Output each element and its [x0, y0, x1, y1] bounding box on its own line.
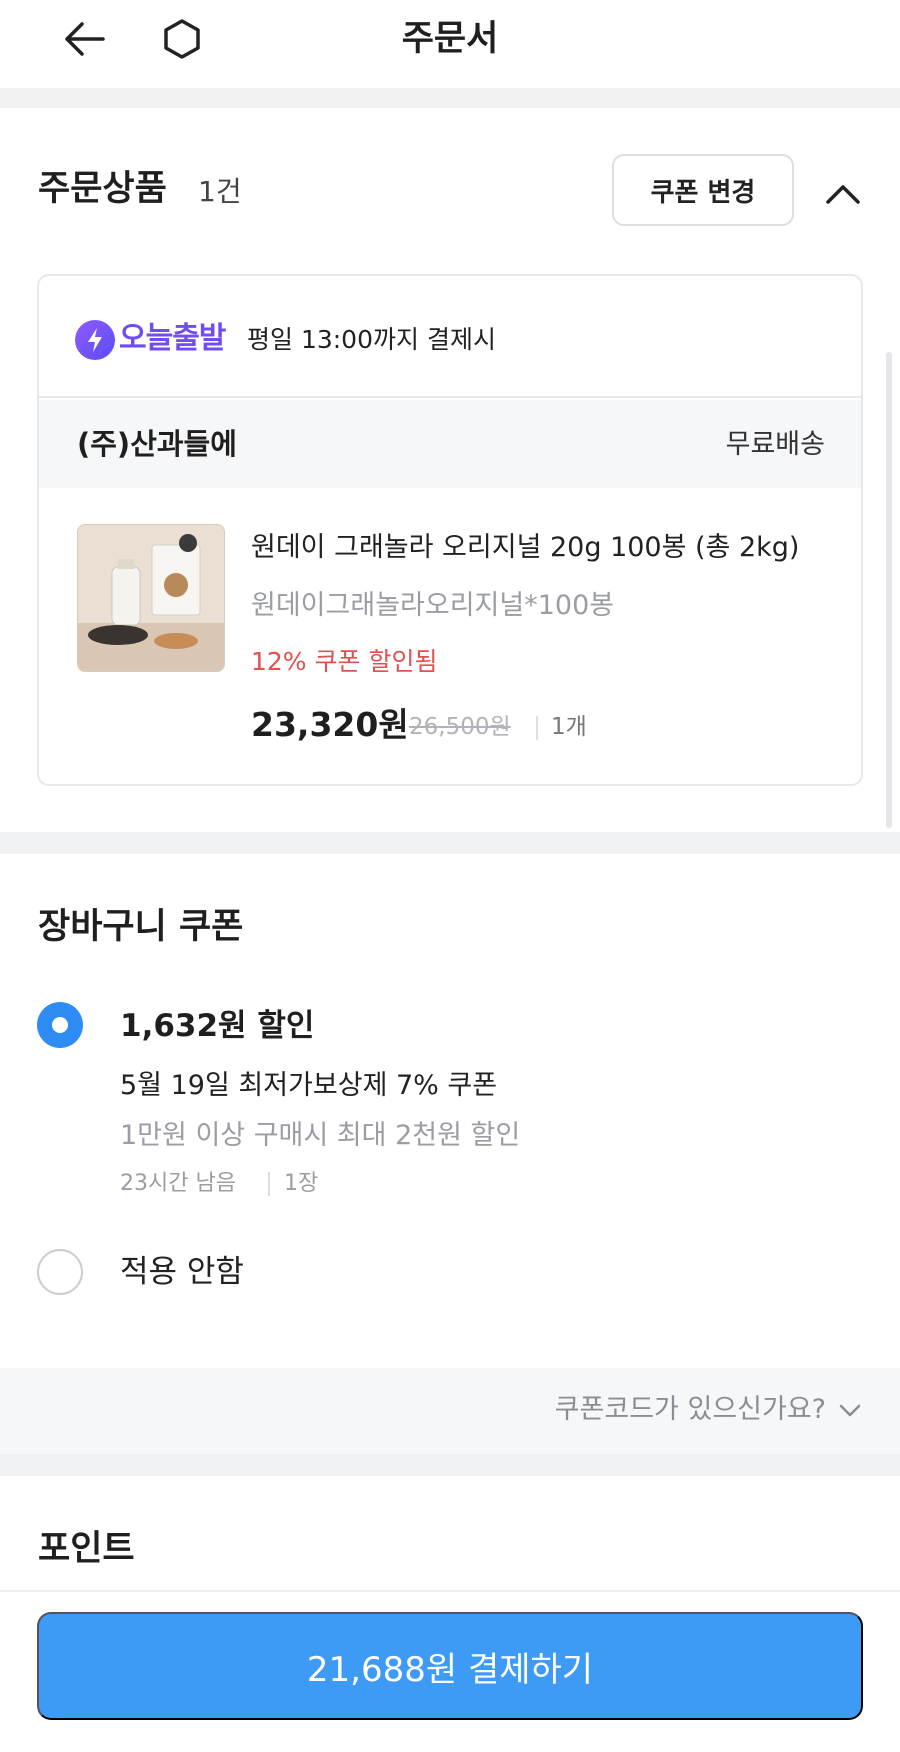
section-divider — [0, 832, 900, 854]
coupon-radio-selected[interactable] — [37, 1002, 83, 1048]
coupon-name: 5월 19일 최저가보상제 7% 쿠폰 — [120, 1070, 498, 1101]
product-price: 23,320원 — [251, 705, 409, 744]
shipping-info: 오늘출발 평일 13:00까지 결제시 — [39, 276, 861, 398]
coupon-radio-none[interactable] — [37, 1249, 83, 1295]
section-divider — [0, 88, 900, 108]
cart-coupon-title: 장바구니 쿠폰 — [38, 907, 244, 947]
lightning-icon — [75, 320, 115, 360]
pay-button[interactable]: 21,688원 결제하기 — [37, 1612, 863, 1720]
seller-row: (주)산과들에 무료배송 — [39, 400, 861, 488]
page-title: 주문서 — [401, 19, 499, 59]
top-bar: 주문서 — [0, 0, 900, 88]
coupon-code-toggle[interactable]: 쿠폰코드가 있으신가요? — [0, 1368, 900, 1454]
product-quantity: 1개 — [551, 714, 587, 740]
product-name: 원데이 그래놀라 오리지널 20g 100봉 (총 2kg) — [251, 532, 800, 563]
points-title: 포인트 — [38, 1529, 135, 1569]
scrollbar[interactable] — [886, 352, 892, 828]
collapse-toggle[interactable] — [822, 174, 864, 214]
product-image — [77, 524, 225, 672]
seller-name: (주)산과들에 — [77, 427, 237, 461]
chevron-up-icon — [826, 185, 860, 204]
today-shipping-badge: 오늘출발 — [119, 321, 226, 356]
coupon-condition: 1만원 이상 구매시 최대 2천원 할인 — [120, 1120, 521, 1151]
no-coupon-label[interactable]: 적용 안함 — [120, 1250, 244, 1294]
section-divider — [0, 1454, 900, 1476]
order-items-count: 1건 — [198, 175, 242, 208]
coupon-code-prompt[interactable]: 쿠폰코드가 있으신가요? — [555, 1390, 826, 1430]
coupon-discount-amount[interactable]: 1,632원 할인 — [120, 1004, 314, 1048]
change-coupon-button[interactable]: 쿠폰 변경 — [612, 154, 794, 226]
shipping-fee: 무료배송 — [725, 429, 825, 460]
divider — [268, 1172, 270, 1196]
product-coupon-note: 12% 쿠폰 할인됨 — [251, 647, 438, 676]
coupon-count: 1장 — [284, 1171, 319, 1196]
divider — [536, 716, 538, 740]
bottom-pay-bar: 21,688원 결제하기 — [0, 1590, 900, 1752]
product-original-price: 26,500원 — [409, 714, 511, 740]
coupon-time-left: 23시간 남음 — [120, 1171, 236, 1196]
shipping-deadline: 평일 13:00까지 결제시 — [247, 325, 496, 354]
order-item-card: 오늘출발 평일 13:00까지 결제시 (주)산과들에 무료배송 원데이 그래놀… — [37, 274, 863, 786]
order-items-title: 주문상품 — [38, 169, 167, 209]
product-option: 원데이그래놀라오리지널*100봉 — [251, 590, 615, 621]
chevron-down-icon — [836, 1396, 864, 1424]
